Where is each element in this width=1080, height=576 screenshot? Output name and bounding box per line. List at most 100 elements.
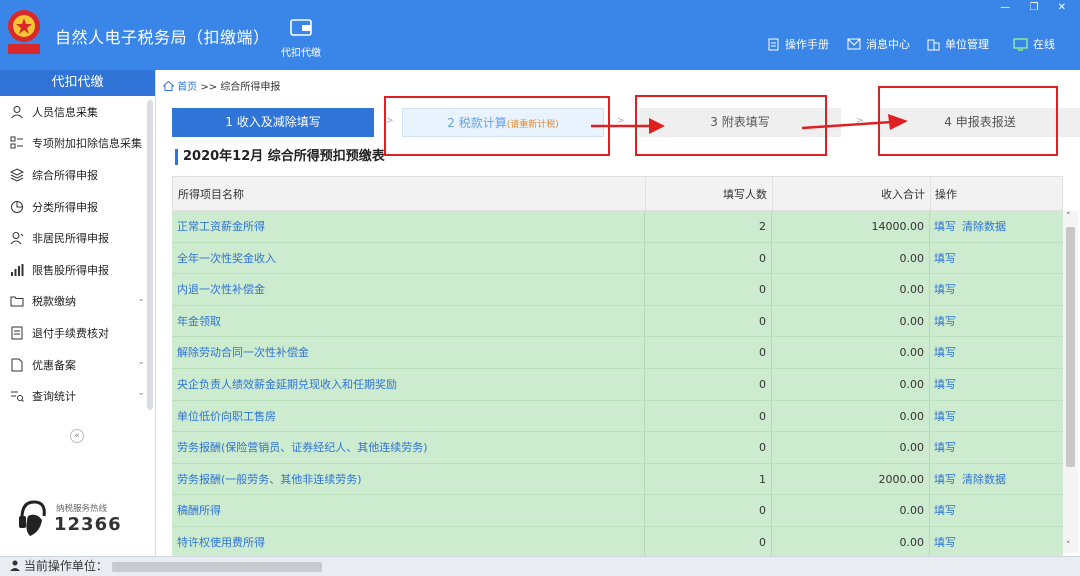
row-actions: 填写 [930, 274, 1063, 305]
sidebar-item-preferential[interactable]: 优惠备案 ⌄ [0, 349, 155, 381]
income-item-link[interactable]: 劳务报酬(保险营销员、证券经纪人、其他连续劳务) [172, 432, 645, 463]
hotline: 纳税服务热线 12366 [16, 498, 146, 548]
fill-button[interactable]: 填写 [934, 283, 956, 296]
income-item-link[interactable]: 特许权使用费所得 [172, 526, 645, 558]
chevron-down-icon: ⌄ [137, 293, 145, 304]
income-item-link[interactable]: 全年一次性奖金收入 [172, 242, 645, 274]
row-actions: 填写 [930, 369, 1063, 400]
unit-label: 单位管理 [945, 38, 989, 51]
sidebar-scrollbar[interactable] [147, 100, 153, 410]
sidebar-item-label: 退付手续费核对 [32, 326, 109, 340]
income-total: 14000.00 [772, 211, 930, 242]
sidebar-item-comprehensive[interactable]: 综合所得申报 [0, 159, 155, 191]
hotline-label: 纳税服务热线 [56, 504, 108, 514]
income-item-link[interactable]: 内退一次性补偿金 [172, 274, 645, 305]
fill-button[interactable]: 填写 [934, 536, 956, 549]
mail-icon [847, 38, 861, 50]
sidebar-item-label: 查询统计 [32, 390, 76, 404]
scroll-thumb[interactable] [1066, 227, 1075, 467]
clear-data-button[interactable]: 清除数据 [962, 473, 1006, 486]
income-item-link[interactable]: 解除劳动合同一次性补偿金 [172, 337, 645, 368]
sidebar-item-label: 专项附加扣除信息采集 [32, 137, 142, 151]
fill-button[interactable]: 填写 [934, 346, 956, 359]
table-body: 正常工资薪金所得 2 14000.00 填写 清除数据 全年一次性奖金收入 0 0.00 填写内… [172, 211, 1063, 559]
fill-button[interactable]: 填写 [934, 504, 956, 517]
step-1-income[interactable]: 1 收入及减除填写 [172, 108, 374, 137]
pie-icon [11, 200, 23, 213]
user-icon [10, 560, 20, 571]
income-total: 0.00 [772, 526, 930, 558]
receipt-icon [11, 326, 23, 340]
clear-data-button[interactable]: 清除数据 [962, 220, 1006, 233]
sidebar: 代扣代缴 人员信息采集 专项附加扣除信息采集 综合所得申报 分类所得申报 非居民… [0, 70, 156, 556]
row-actions: 填写 [930, 306, 1063, 337]
person-icon [10, 232, 24, 245]
sidebar-item-refund-fee[interactable]: 退付手续费核对 [0, 317, 155, 349]
home-icon [162, 80, 175, 91]
fill-button[interactable]: 填写 [934, 252, 956, 265]
filled-count: 0 [645, 495, 772, 526]
table-row: 劳务报酬(一般劳务、其他非连续劳务) 1 2000.00 填写 清除数据 [172, 463, 1063, 496]
row-actions: 填写 [930, 432, 1063, 463]
fill-button[interactable]: 填写 [934, 378, 956, 391]
sidebar-item-category[interactable]: 分类所得申报 [0, 191, 155, 223]
table-row: 稿酬所得 0 0.00 填写 [172, 495, 1063, 527]
sidebar-item-nonresident[interactable]: 非居民所得申报 [0, 222, 155, 254]
app-title: 自然人电子税务局（扣缴端） [55, 28, 270, 47]
monitor-icon [1013, 37, 1028, 51]
income-item-link[interactable]: 单位低价向职工售房 [172, 400, 645, 432]
col-header-name: 所得项目名称 [173, 177, 646, 210]
filled-count: 0 [645, 305, 772, 337]
file-icon [11, 358, 23, 372]
search-list-icon [11, 391, 24, 402]
income-total: 0.00 [772, 274, 930, 305]
online-status[interactable]: 在线 [1013, 36, 1055, 52]
messages-link[interactable]: 消息中心 [847, 36, 910, 52]
fill-button[interactable]: 填写 [934, 410, 956, 423]
filled-count: 0 [645, 242, 772, 274]
breadcrumb-sep: >> [200, 82, 218, 93]
window-controls[interactable]: — ❐ ✕ [1000, 2, 1074, 13]
tab-daikou[interactable]: 代扣代缴 [275, 18, 327, 59]
sidebar-item-special-deduction[interactable]: 专项附加扣除信息采集 [0, 128, 155, 160]
breadcrumb-home[interactable]: 首页 [177, 82, 197, 93]
fill-button[interactable]: 填写 [934, 473, 956, 486]
breadcrumb: 首页 >> 综合所得申报 [162, 78, 281, 93]
income-item-link[interactable]: 稿酬所得 [172, 495, 645, 526]
sidebar-item-restricted-stock[interactable]: 限售股所得申报 [0, 254, 155, 286]
fill-button[interactable]: 填写 [934, 441, 956, 454]
income-item-link[interactable]: 年金领取 [172, 305, 645, 337]
table-row: 单位低价向职工售房 0 0.00 填写 [172, 400, 1063, 433]
table-scrollbar[interactable]: ˄ ˅ [1063, 211, 1078, 553]
wallet-icon [290, 19, 312, 36]
breadcrumb-current: 综合所得申报 [220, 82, 281, 93]
scroll-up-icon[interactable]: ˄ [1066, 212, 1071, 222]
bar-chart-icon [11, 263, 24, 276]
fill-button[interactable]: 填写 [934, 220, 956, 233]
table-row: 劳务报酬(保险营销员、证券经纪人、其他连续劳务) 0 0.00 填写 [172, 432, 1063, 464]
sidebar-item-query[interactable]: 查询统计 ⌄ [0, 380, 155, 412]
income-item-link[interactable]: 正常工资薪金所得 [172, 211, 645, 242]
income-total: 0.00 [772, 305, 930, 337]
table-row: 正常工资薪金所得 2 14000.00 填写 清除数据 [172, 211, 1063, 243]
income-total: 0.00 [772, 368, 930, 400]
fill-button[interactable]: 填写 [934, 315, 956, 328]
folder-icon [10, 296, 24, 307]
chevron-down-icon: ⌄ [137, 388, 145, 399]
income-item-link[interactable]: 劳务报酬(一般劳务、其他非连续劳务) [172, 463, 645, 495]
income-total: 0.00 [772, 337, 930, 368]
sidebar-item-tax-payment[interactable]: 税款缴纳 ⌄ [0, 286, 155, 318]
manual-link[interactable]: 操作手册 [767, 36, 829, 52]
table-row: 全年一次性奖金收入 0 0.00 填写 [172, 242, 1063, 275]
sidebar-item-person-info[interactable]: 人员信息采集 [0, 96, 155, 128]
collapse-sidebar-button[interactable]: « [70, 429, 84, 443]
row-actions: 填写 清除数据 [930, 211, 1063, 242]
table-title: 2020年12月 综合所得预扣预缴表 [175, 149, 385, 165]
filled-count: 0 [645, 368, 772, 400]
row-actions: 填写 [930, 337, 1063, 368]
unit-link[interactable]: 单位管理 [927, 36, 989, 52]
row-actions: 填写 清除数据 [930, 464, 1063, 495]
chevron-down-icon: ⌄ [137, 356, 145, 367]
scroll-down-icon[interactable]: ˅ [1066, 541, 1071, 551]
income-item-link[interactable]: 央企负责人绩效薪金延期兑现收入和任期奖励 [172, 368, 645, 400]
